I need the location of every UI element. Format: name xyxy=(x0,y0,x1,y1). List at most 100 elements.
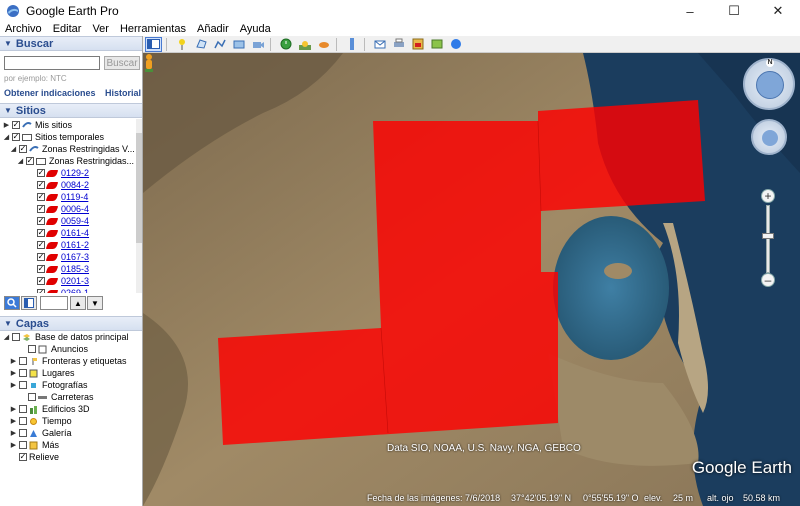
panel-view-button[interactable] xyxy=(21,296,37,310)
checkbox[interactable]: ✓ xyxy=(19,145,27,153)
sidebar-toggle-button[interactable] xyxy=(145,36,162,52)
layer-row[interactable]: Anuncios xyxy=(0,343,142,355)
checkbox[interactable] xyxy=(28,393,36,401)
add-path-button[interactable] xyxy=(211,37,228,52)
checkbox[interactable] xyxy=(28,345,36,353)
view-in-maps-button[interactable] xyxy=(428,37,445,52)
expand-arrow-icon[interactable]: ▶ xyxy=(10,357,17,365)
expand-arrow-icon[interactable]: ▶ xyxy=(10,369,17,377)
tree-item[interactable]: ✓ 0006-4 xyxy=(0,203,142,215)
tree-item[interactable]: ✓ 0167-3 xyxy=(0,251,142,263)
expand-arrow-icon[interactable]: ▶ xyxy=(10,381,17,389)
checkbox[interactable] xyxy=(19,441,27,449)
expand-arrow-icon[interactable]: ◢ xyxy=(3,333,10,341)
layer-row-root[interactable]: ◢ Base de datos principal xyxy=(0,331,142,343)
checkbox[interactable]: ✓ xyxy=(37,289,45,293)
checkbox[interactable]: ✓ xyxy=(37,265,45,273)
map-view[interactable]: Data SIO, NOAA, U.S. Navy, NGA, GEBCO Go… xyxy=(143,53,800,506)
places-panel-header[interactable]: ▼ Sitios xyxy=(0,103,142,118)
compass-north[interactable]: N xyxy=(766,59,774,67)
expand-arrow-icon[interactable]: ▶ xyxy=(10,429,17,437)
maximize-button[interactable]: ☐ xyxy=(712,0,756,22)
add-placemark-button[interactable] xyxy=(173,37,190,52)
checkbox[interactable]: ✓ xyxy=(37,193,45,201)
tree-item[interactable]: ✓ 0185-3 xyxy=(0,263,142,275)
menu-herramientas[interactable]: Herramientas xyxy=(114,23,191,35)
pegman-icon[interactable] xyxy=(143,53,155,73)
tree-item[interactable]: ✓ 0201-3 xyxy=(0,275,142,287)
checkbox[interactable]: ✓ xyxy=(37,229,45,237)
checkbox[interactable]: ✓ xyxy=(37,205,45,213)
search-panel-header[interactable]: ▼ Buscar xyxy=(0,36,142,51)
zoom-knob[interactable] xyxy=(762,233,774,239)
sunlight-button[interactable] xyxy=(296,37,313,52)
planets-button[interactable] xyxy=(315,37,332,52)
close-button[interactable]: ✕ xyxy=(756,0,800,22)
expand-arrow-icon[interactable]: ◢ xyxy=(10,145,17,153)
tree-row-my-places[interactable]: ▶ ✓ Mis sitios xyxy=(0,119,142,131)
checkbox[interactable]: ✓ xyxy=(19,453,27,461)
zoom-out-button[interactable]: – xyxy=(761,273,775,287)
scroll-thumb[interactable] xyxy=(136,133,142,243)
layer-row[interactable]: ▶ Galería xyxy=(0,427,142,439)
tree-row-folder-1[interactable]: ◢ ✓ Zonas Restringidas V... xyxy=(0,143,142,155)
checkbox[interactable]: ✓ xyxy=(37,169,45,177)
tree-item[interactable]: ✓ 0084-2 xyxy=(0,179,142,191)
checkbox[interactable] xyxy=(19,369,27,377)
historical-imagery-button[interactable] xyxy=(277,37,294,52)
move-joystick[interactable] xyxy=(762,130,778,146)
checkbox[interactable]: ✓ xyxy=(26,157,34,165)
look-joystick[interactable] xyxy=(756,71,784,99)
checkbox[interactable]: ✓ xyxy=(37,217,45,225)
checkbox[interactable]: ✓ xyxy=(12,133,20,141)
layers-panel-header[interactable]: ▼ Capas xyxy=(0,316,142,331)
checkbox[interactable]: ✓ xyxy=(37,241,45,249)
search-input[interactable] xyxy=(4,56,100,70)
move-up-button[interactable]: ▲ xyxy=(70,296,86,310)
expand-arrow-icon[interactable]: ▶ xyxy=(3,121,10,129)
tree-item[interactable]: ✓ 0269-1 xyxy=(0,287,142,293)
menu-editar[interactable]: Editar xyxy=(47,23,87,35)
move-control[interactable] xyxy=(751,119,787,155)
layer-row[interactable]: ▶ Más xyxy=(0,439,142,451)
move-down-button[interactable]: ▼ xyxy=(87,296,103,310)
checkbox[interactable]: ✓ xyxy=(12,121,20,129)
layer-row[interactable]: ✓ Relieve xyxy=(0,451,142,463)
tree-item[interactable]: ✓ 0059-4 xyxy=(0,215,142,227)
layer-row[interactable]: ▶ Fronteras y etiquetas xyxy=(0,355,142,367)
layer-row[interactable]: ▶ Edificios 3D xyxy=(0,403,142,415)
google-maps-button[interactable] xyxy=(447,37,464,52)
checkbox[interactable] xyxy=(19,357,27,365)
places-filter-input[interactable] xyxy=(40,296,68,310)
checkbox[interactable]: ✓ xyxy=(37,181,45,189)
get-directions-link[interactable]: Obtener indicaciones xyxy=(4,88,96,98)
layer-row[interactable]: Carreteras xyxy=(0,391,142,403)
tree-row-temporary-places[interactable]: ◢ ✓ Sitios temporales xyxy=(0,131,142,143)
record-tour-button[interactable] xyxy=(249,37,266,52)
expand-arrow-icon[interactable]: ▶ xyxy=(10,441,17,449)
layer-row[interactable]: ▶ Lugares xyxy=(0,367,142,379)
minimize-button[interactable]: – xyxy=(668,0,712,22)
tree-item[interactable]: ✓ 0161-2 xyxy=(0,239,142,251)
expand-arrow-icon[interactable]: ▶ xyxy=(10,417,17,425)
add-polygon-button[interactable] xyxy=(192,37,209,52)
tree-item[interactable]: ✓ 0161-4 xyxy=(0,227,142,239)
history-link[interactable]: Historial xyxy=(105,88,141,98)
add-overlay-button[interactable] xyxy=(230,37,247,52)
zoom-in-button[interactable]: + xyxy=(761,189,775,203)
zoom-slider[interactable]: + – xyxy=(760,189,776,289)
menu-ayuda[interactable]: Ayuda xyxy=(234,23,276,35)
checkbox[interactable] xyxy=(19,429,27,437)
search-button[interactable]: Buscar xyxy=(104,56,140,70)
expand-arrow-icon[interactable]: ◢ xyxy=(17,157,24,165)
checkbox[interactable] xyxy=(19,405,27,413)
checkbox[interactable] xyxy=(12,333,20,341)
layer-row[interactable]: ▶ Fotografías xyxy=(0,379,142,391)
checkbox[interactable]: ✓ xyxy=(37,253,45,261)
layer-row[interactable]: ▶ Tiempo xyxy=(0,415,142,427)
email-button[interactable] xyxy=(371,37,388,52)
checkbox[interactable] xyxy=(19,381,27,389)
tree-row-folder-2[interactable]: ◢ ✓ Zonas Restringidas... xyxy=(0,155,142,167)
checkbox[interactable]: ✓ xyxy=(37,277,45,285)
tree-item[interactable]: ✓ 0129-2 xyxy=(0,167,142,179)
